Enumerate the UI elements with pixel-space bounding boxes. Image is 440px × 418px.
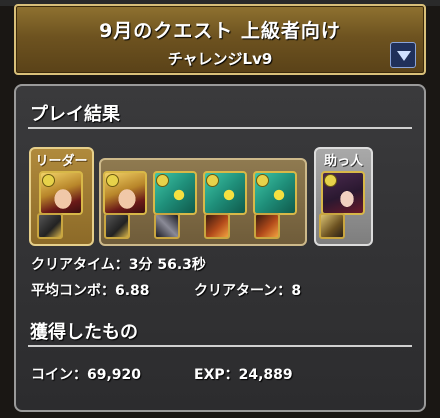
sub-assist-3-icon[interactable] [204, 213, 230, 239]
avg-combo-label: 平均コンボ： [31, 283, 115, 299]
avg-combo-value: 6.88 [115, 283, 150, 299]
clear-time-row: クリアタイム：3分 56.3秒 [31, 254, 206, 274]
leader-label: リーダー [35, 154, 88, 169]
sub-assist-2-icon[interactable] [154, 213, 180, 239]
clear-turns-row: クリアターン：8 [194, 280, 301, 300]
coin-row: コイン：69,920 [31, 364, 141, 384]
clear-turns-label: クリアターン： [194, 283, 292, 299]
exp-value: 24,889 [238, 367, 293, 383]
quest-title: 9月のクエスト 上級者向け [99, 20, 341, 42]
sub-monster-1-icon[interactable] [103, 171, 147, 215]
leader-assist-icon[interactable] [37, 213, 63, 239]
sub-members [99, 158, 307, 246]
coin-value: 69,920 [87, 367, 142, 383]
helper-slot[interactable]: 助っ人 [314, 147, 373, 246]
sub-assist-4-icon[interactable] [254, 213, 280, 239]
rewards-heading: 獲得したもの [30, 322, 138, 343]
sub-monster-2-icon[interactable] [153, 171, 197, 215]
sub-monster-3-icon[interactable] [203, 171, 247, 215]
clear-turns-value: 8 [291, 283, 302, 299]
sub-monster-4-icon[interactable] [253, 171, 297, 215]
clear-time-value: 3分 56.3秒 [128, 257, 206, 273]
exp-label: EXP： [194, 367, 239, 383]
quest-banner[interactable]: 9月のクエスト 上級者向け チャレンジLv9 [14, 4, 426, 75]
avg-combo-row: 平均コンボ：6.88 [31, 280, 150, 300]
result-panel: プレイ結果 リーダー 助っ人 クリアタイム：3分 56.3秒 平均コンボ：6.8… [14, 84, 426, 412]
leader-monster-icon[interactable] [39, 171, 83, 215]
helper-assist-icon[interactable] [319, 213, 345, 239]
clear-time-label: クリアタイム： [31, 257, 129, 273]
result-divider [28, 127, 412, 129]
helper-monster-icon[interactable] [321, 171, 365, 215]
leader-slot[interactable]: リーダー [29, 147, 94, 246]
coin-label: コイン： [31, 367, 87, 383]
exp-row: EXP：24,889 [194, 364, 293, 384]
sub-assist-1-icon[interactable] [104, 213, 130, 239]
result-heading: プレイ結果 [30, 104, 120, 125]
rewards-divider [28, 345, 412, 347]
dropdown-triangle-icon[interactable] [390, 42, 416, 68]
helper-label: 助っ人 [323, 154, 363, 169]
quest-subtitle: チャレンジLv9 [167, 50, 273, 68]
